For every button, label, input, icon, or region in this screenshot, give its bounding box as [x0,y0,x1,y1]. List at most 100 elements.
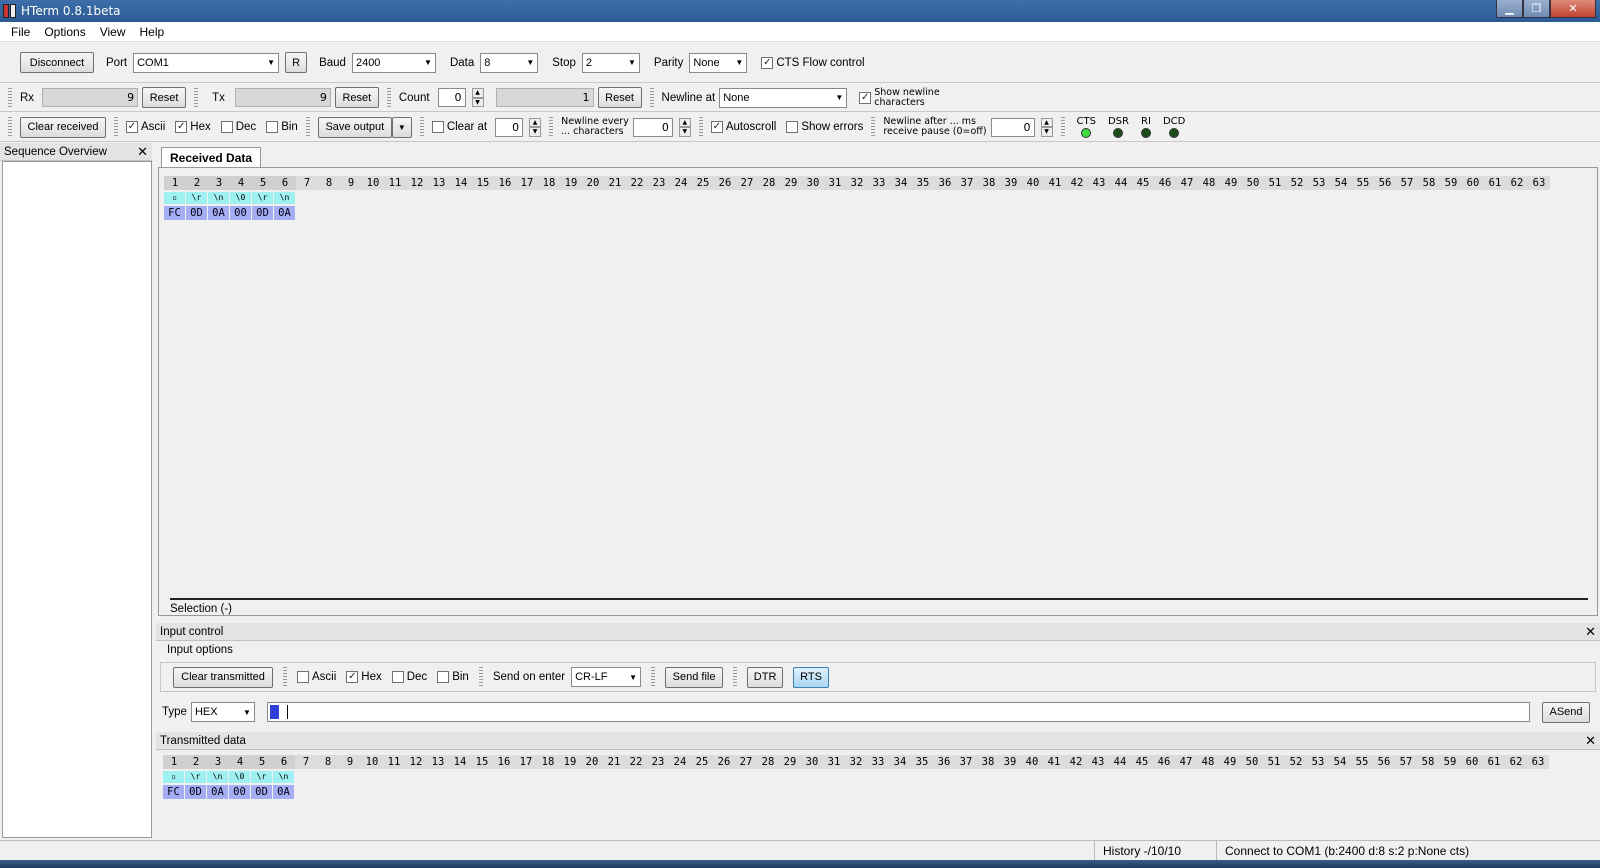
received-hex-cell[interactable]: 0D [186,206,207,220]
transmitted-hex-cell[interactable]: 0A [273,785,294,799]
close-icon[interactable]: ✕ [1585,624,1596,640]
received-hex-cell[interactable]: 0A [274,206,295,220]
minimize-button[interactable]: ▁ [1496,0,1523,18]
maximize-button[interactable]: ❐ [1523,0,1550,18]
asend-button[interactable]: ASend [1542,701,1590,723]
input-text-field[interactable] [266,702,1530,722]
stop-bits-select[interactable]: 2 ▼ [581,52,640,73]
toolbar-grip[interactable] [194,87,199,108]
close-window-button[interactable]: ✕ [1550,0,1596,18]
tab-received-data[interactable]: Received Data [161,147,262,167]
save-output-button[interactable]: Save output [317,116,392,138]
transmitted-hex-row: FC 0D 0A 00 0D 0A [163,785,295,799]
refresh-ports-button[interactable]: R [285,52,308,73]
tx-dec-checkbox[interactable]: Dec [391,671,427,683]
dtr-button[interactable]: DTR [747,666,784,688]
toolbar-grip[interactable] [1060,117,1065,137]
toolbar-grip[interactable] [386,87,391,108]
received-ascii-cell[interactable]: \0 [230,192,251,204]
rx-dec-checkbox[interactable]: Dec [220,121,256,133]
show-newline-checkbox[interactable]: ✓ Show newline characters [859,87,940,108]
column-number: 60 [1461,755,1483,769]
transmitted-ascii-cell[interactable]: ▫ [163,771,184,783]
menu-help[interactable]: Help [133,25,172,39]
clear-at-stepper[interactable]: ▲ ▼ [529,117,542,137]
column-number: 7 [296,176,318,190]
clear-received-button[interactable]: Clear received [20,116,106,138]
data-bits-select[interactable]: 8 ▼ [480,52,539,73]
parity-select[interactable]: None ▼ [689,52,748,73]
transmitted-ascii-cell[interactable]: \r [185,771,206,783]
newline-after-input[interactable]: 0 [990,117,1035,137]
tx-hex-checkbox[interactable]: ✓ Hex [346,671,382,683]
toolbar-grip[interactable] [698,117,703,137]
transmitted-hex-cell[interactable]: FC [163,785,184,799]
tx-ascii-checkbox[interactable]: Ascii [297,671,336,683]
toolbar-grip[interactable] [114,117,118,137]
show-errors-checkbox[interactable]: Show errors [786,121,863,133]
rx-hex-checkbox[interactable]: ✓ Hex [175,121,211,133]
clear-at-input[interactable]: 0 [495,117,524,137]
transmitted-hex-cell[interactable]: 0A [207,785,228,799]
transmitted-ascii-cell[interactable]: \n [273,771,294,783]
newline-after-stepper[interactable]: ▲ ▼ [1040,117,1053,137]
close-icon[interactable]: ✕ [137,144,148,160]
menu-file[interactable]: File [4,25,37,39]
tx-reset-button[interactable]: Reset [334,87,379,108]
received-data-area[interactable] [158,167,1598,616]
received-ascii-cell[interactable]: ▫ [164,192,185,204]
newline-at-select[interactable]: None ▼ [719,87,848,108]
transmitted-hex-cell[interactable]: 0D [185,785,206,799]
menu-view[interactable]: View [93,25,133,39]
clear-transmitted-button[interactable]: Clear transmitted [173,666,273,688]
rx-ascii-checkbox[interactable]: ✓ Ascii [126,121,165,133]
disconnect-button[interactable]: Disconnect [20,52,94,73]
column-number: 36 [933,755,955,769]
received-hex-cell[interactable]: 0D [252,206,273,220]
received-ascii-cell[interactable]: \n [208,192,229,204]
rx-reset-button[interactable]: Reset [142,87,187,108]
type-select[interactable]: HEX ▼ [190,702,255,722]
toolbar-grip[interactable] [8,117,12,137]
tx-bin-checkbox[interactable]: Bin [437,671,469,683]
save-output-dropdown-icon[interactable]: ▼ [391,116,412,138]
toolbar-grip[interactable] [733,667,738,687]
received-ascii-cell[interactable]: \r [186,192,207,204]
column-number: 34 [889,755,911,769]
transmitted-hex-cell[interactable]: 0D [251,785,272,799]
transmitted-hex-cell[interactable]: 00 [229,785,250,799]
send-on-enter-select[interactable]: CR-LF ▼ [571,667,642,687]
transmitted-ascii-cell[interactable]: \n [207,771,228,783]
toolbar-grip[interactable] [651,667,656,687]
port-select[interactable]: COM1 ▼ [133,52,280,73]
send-file-button[interactable]: Send file [665,666,724,688]
toolbar-grip[interactable] [871,117,876,137]
baud-select[interactable]: 2400 ▼ [351,52,436,73]
toolbar-grip[interactable] [283,667,287,687]
transmitted-ascii-cell[interactable]: \r [251,771,272,783]
rx-bin-checkbox[interactable]: Bin [266,121,298,133]
newline-every-stepper[interactable]: ▲ ▼ [678,117,691,137]
toolbar-grip[interactable] [305,117,310,137]
received-hex-cell[interactable]: 0A [208,206,229,220]
received-hex-cell[interactable]: 00 [230,206,251,220]
count-reset-button[interactable]: Reset [597,87,642,108]
count-input[interactable]: 0 [437,88,466,107]
clear-at-checkbox[interactable]: Clear at [431,121,487,133]
received-ascii-cell[interactable]: \r [252,192,273,204]
toolbar-grip[interactable] [8,87,12,108]
newline-every-input[interactable]: 0 [632,117,673,137]
autoscroll-checkbox[interactable]: ✓ Autoscroll [710,121,776,133]
rts-button[interactable]: RTS [793,666,830,688]
count-stepper[interactable]: ▲ ▼ [471,88,484,107]
transmitted-ascii-cell[interactable]: \0 [229,771,250,783]
toolbar-grip[interactable] [419,117,424,137]
received-hex-cell[interactable]: FC [164,206,185,220]
cts-flow-checkbox[interactable]: ✓ CTS Flow control [761,56,865,69]
menu-options[interactable]: Options [37,25,92,39]
toolbar-grip[interactable] [549,117,554,137]
received-ascii-cell[interactable]: \n [274,192,295,204]
toolbar-grip[interactable] [649,87,654,108]
toolbar-grip[interactable] [478,667,483,687]
close-icon[interactable]: ✕ [1585,733,1596,749]
